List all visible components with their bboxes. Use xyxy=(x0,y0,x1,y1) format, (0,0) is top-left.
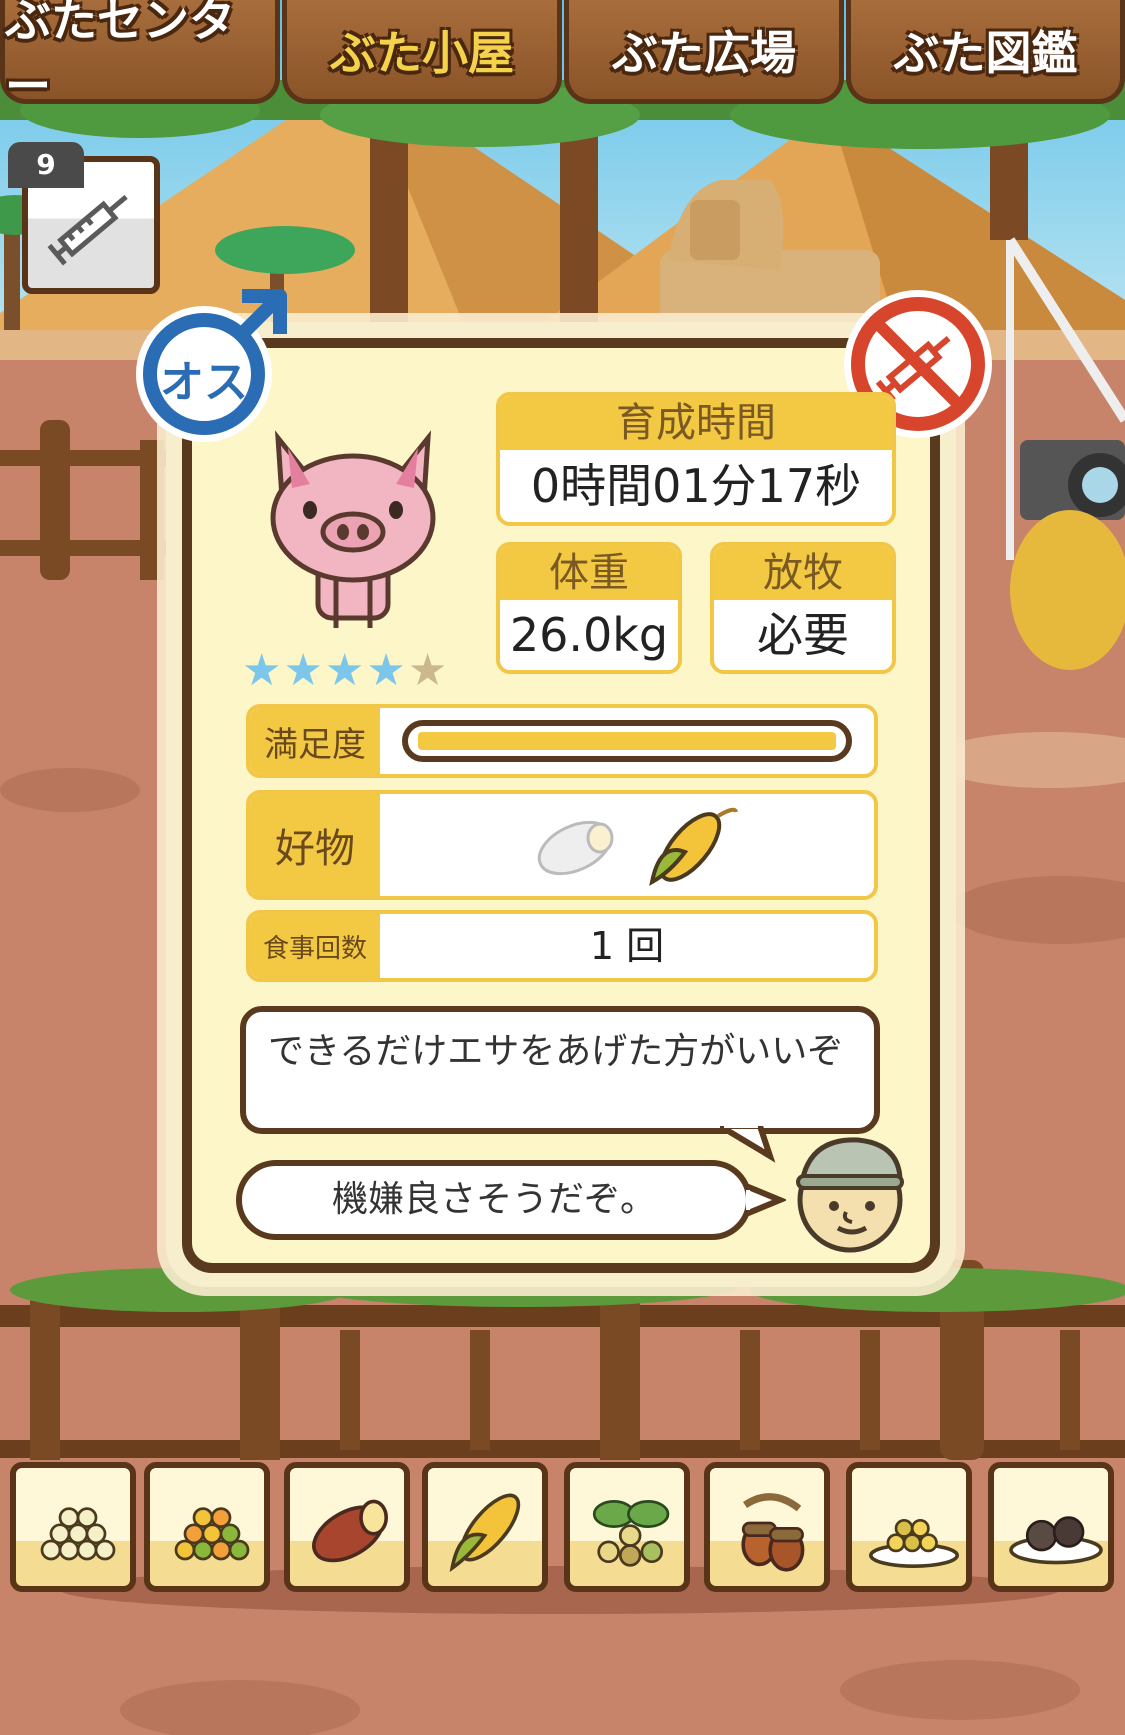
food-slot-1[interactable] xyxy=(10,1462,136,1592)
tab-buta-hut[interactable]: ぶた小屋 xyxy=(282,0,562,104)
grazing-value: 必要 xyxy=(757,608,849,662)
advice-bubble-tail xyxy=(720,1126,776,1163)
grazing-box: 放牧 必要 xyxy=(710,542,896,674)
meal-count-row: 食事回数 1 回 xyxy=(246,910,878,982)
advice-bubble: できるだけエサをあげた方がいいぞ xyxy=(240,1006,880,1134)
satisfaction-row: 満足度 xyxy=(246,704,878,778)
food-slot-5[interactable] xyxy=(564,1462,690,1592)
weight-box: 体重 26.0kg xyxy=(496,542,682,674)
sweet-potato-icon xyxy=(312,1499,388,1563)
mixed-grain-icon xyxy=(174,1507,250,1561)
favorites-row: 好物 xyxy=(246,790,878,900)
tab-buta-center[interactable]: ぶたセンター xyxy=(0,0,280,113)
food-slot-8[interactable] xyxy=(988,1462,1114,1592)
weight-value: 26.0kg xyxy=(509,608,669,662)
syringe-count-badge: 9 xyxy=(8,142,84,188)
star-filled-icon: ★ xyxy=(366,645,406,696)
satisfaction-bar-fill xyxy=(418,732,836,750)
mood-bubble: 機嫌良さそうだぞ。 xyxy=(236,1160,752,1240)
star-filled-icon: ★ xyxy=(242,645,282,696)
truffle-plate-icon xyxy=(1009,1516,1103,1565)
sweet-potato-icon xyxy=(537,820,614,876)
star-empty-icon: ★ xyxy=(407,645,448,696)
food-slot-4[interactable] xyxy=(422,1462,548,1592)
growth-time-value: 0時間01分17秒 xyxy=(530,459,862,513)
rating-stars: ★ ★ ★ ★ ★ xyxy=(242,648,472,694)
star-filled-icon: ★ xyxy=(324,645,365,696)
grazing-header: 放牧 xyxy=(714,546,892,600)
beans-leaves-icon xyxy=(592,1500,670,1567)
satisfaction-bar xyxy=(402,720,852,762)
star-filled-icon: ★ xyxy=(283,645,323,696)
weight-header: 体重 xyxy=(500,546,678,600)
growth-time-box: 育成時間 0時間01分17秒 xyxy=(496,392,896,526)
food-slot-6[interactable] xyxy=(704,1462,830,1592)
food-slot-2[interactable] xyxy=(144,1462,270,1592)
pig-portrait xyxy=(270,430,436,628)
gender-badge: オス xyxy=(124,284,294,444)
tab-buta-plaza[interactable]: ぶた広場 xyxy=(564,0,844,104)
food-slot-3[interactable] xyxy=(284,1462,410,1592)
meal-count-value: 1 回 xyxy=(589,924,665,968)
tab-buta-encyclopedia[interactable]: ぶた図鑑 xyxy=(846,0,1125,104)
grain-pile-icon xyxy=(40,1507,116,1561)
farmer-avatar xyxy=(796,1137,904,1253)
meal-count-label: 食事回数 xyxy=(250,914,380,978)
growth-time-header: 育成時間 xyxy=(500,396,892,450)
corn-icon xyxy=(449,1493,521,1572)
favorites-label: 好物 xyxy=(250,794,380,896)
corn-icon xyxy=(649,807,738,886)
grain-plate-icon xyxy=(869,1518,959,1568)
satisfaction-label: 満足度 xyxy=(250,708,380,774)
acorn-icon xyxy=(741,1493,805,1572)
gender-label: オス xyxy=(160,357,248,408)
food-slot-7[interactable] xyxy=(846,1462,972,1592)
